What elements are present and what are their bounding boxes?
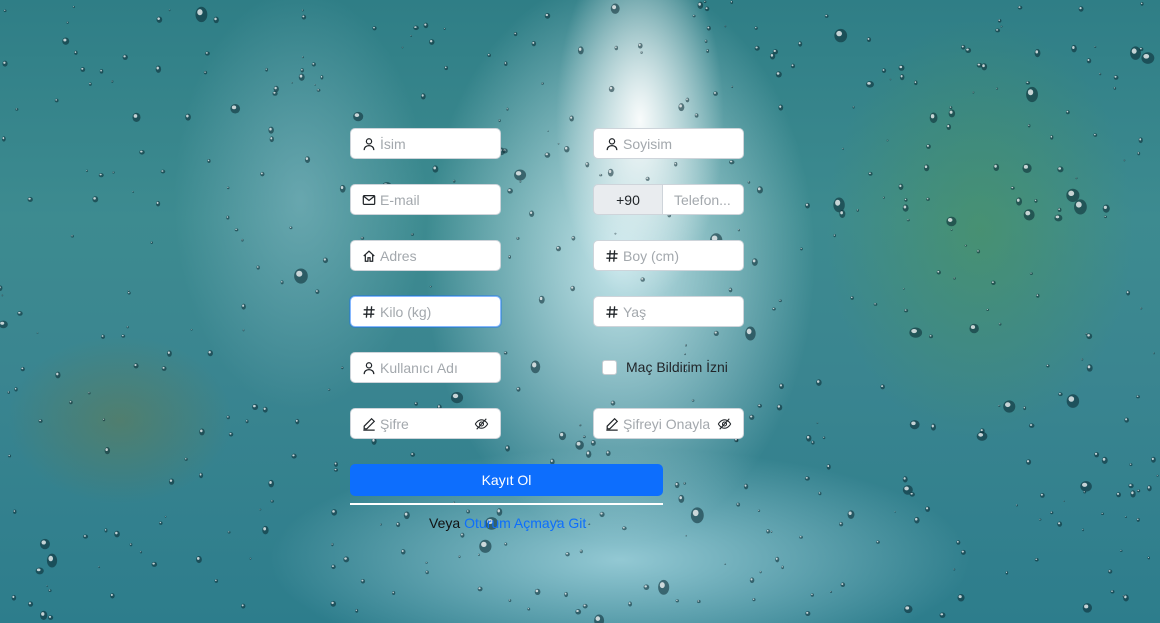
pencil-icon: [362, 417, 376, 431]
phone-input-group: +90 Telefon...: [593, 184, 745, 216]
house-icon: [362, 249, 376, 263]
hash-icon: [362, 305, 376, 319]
confirm-password-placeholder: Şifreyi Onayla: [623, 415, 711, 432]
hash-icon: [605, 249, 619, 263]
match-notification-label: Maç Bildirim İzni: [626, 359, 728, 375]
match-notification-checkbox[interactable]: [602, 359, 617, 375]
login-prompt-prefix: Veya: [429, 515, 461, 531]
password-placeholder: Şifre: [380, 415, 409, 432]
confirm-password-field[interactable]: Şifreyi Onayla: [593, 408, 744, 439]
weight-placeholder: Kilo (kg): [380, 303, 432, 320]
phone-field[interactable]: Telefon...: [663, 184, 744, 215]
match-notification-option[interactable]: Maç Bildirim İzni: [602, 359, 728, 375]
register-button[interactable]: Kayıt Ol: [350, 464, 663, 496]
eye-slash-icon[interactable]: [474, 417, 489, 431]
age-field[interactable]: Yaş: [593, 296, 744, 327]
login-link[interactable]: Oturum Açmaya Git: [464, 515, 586, 531]
user-icon: [362, 137, 376, 151]
weight-field[interactable]: Kilo (kg): [350, 296, 501, 327]
login-prompt: Veya Oturum Açmaya Git: [429, 515, 586, 531]
height-placeholder: Boy (cm): [623, 247, 679, 264]
eye-slash-icon[interactable]: [717, 417, 732, 431]
username-placeholder: Kullanıcı Adı: [380, 359, 458, 376]
pencil-icon: [605, 417, 619, 431]
age-placeholder: Yaş: [623, 303, 647, 320]
user-icon: [605, 137, 619, 151]
last-name-field[interactable]: Soyisim: [593, 128, 744, 159]
username-field[interactable]: Kullanıcı Adı: [350, 352, 501, 383]
address-field[interactable]: Adres: [350, 240, 501, 271]
last-name-placeholder: Soyisim: [623, 135, 673, 152]
envelope-icon: [362, 193, 376, 207]
address-placeholder: Adres: [380, 247, 417, 264]
password-field[interactable]: Şifre: [350, 408, 501, 439]
first-name-placeholder: İsim: [380, 135, 406, 152]
email-placeholder: E-mail: [380, 191, 420, 208]
hash-icon: [605, 305, 619, 319]
email-field[interactable]: E-mail: [350, 184, 501, 215]
height-field[interactable]: Boy (cm): [593, 240, 744, 271]
divider: [350, 503, 663, 505]
user-icon: [362, 361, 376, 375]
first-name-field[interactable]: İsim: [350, 128, 501, 159]
phone-country-code: +90: [593, 184, 663, 215]
